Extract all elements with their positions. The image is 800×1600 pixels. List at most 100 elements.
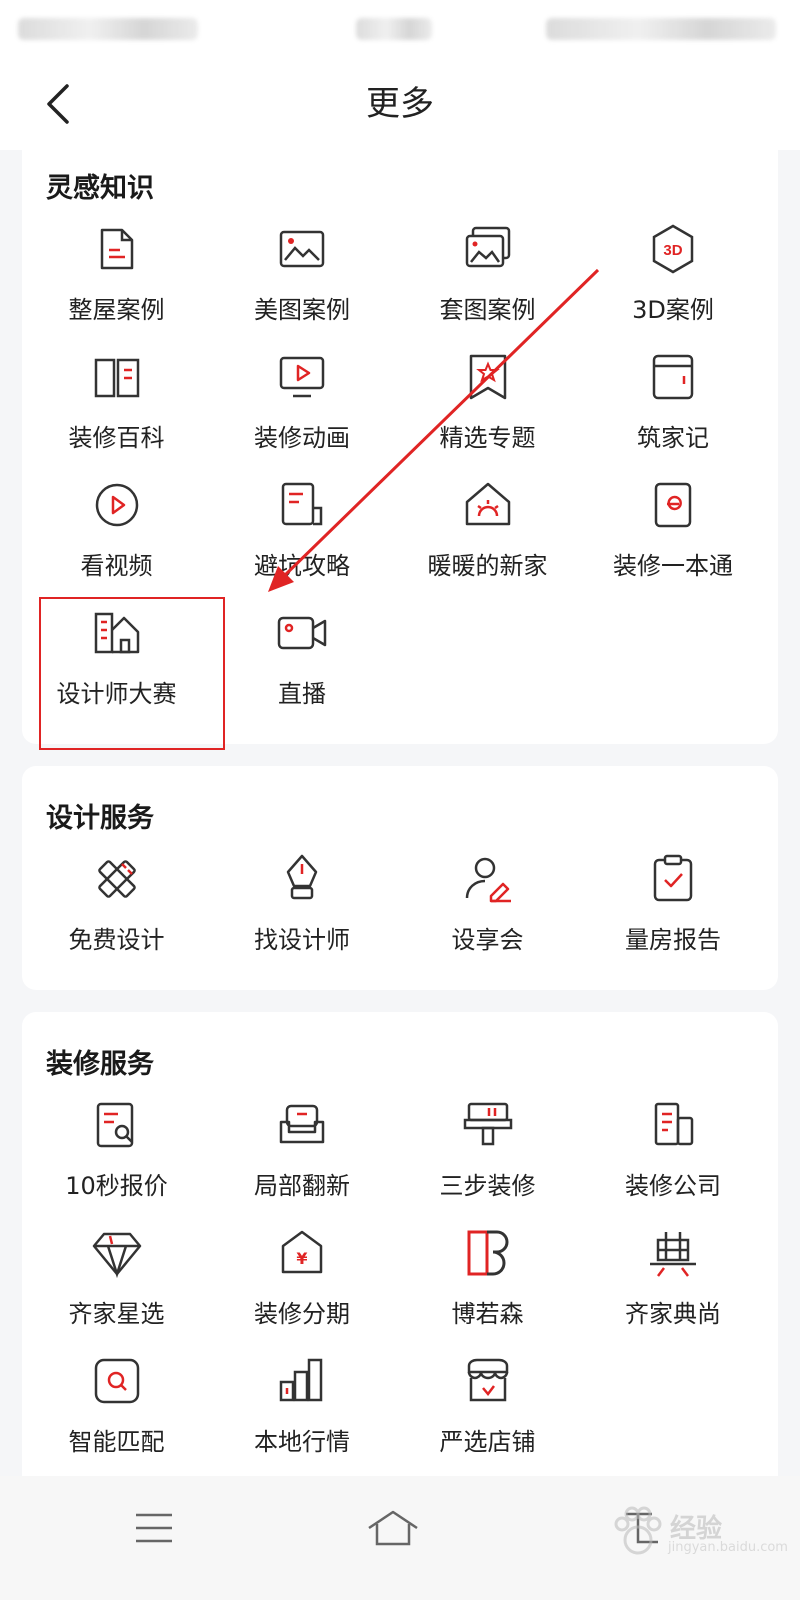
grid-item[interactable]: 博若森: [393, 1212, 582, 1340]
grid-item[interactable]: 美图案例: [208, 208, 397, 336]
grid-item-label: 装修百科: [68, 424, 165, 452]
grid-item[interactable]: ¥ 装修分期: [208, 1212, 397, 1340]
home-icon: [368, 1510, 418, 1546]
grid-item-label: 装修分期: [254, 1300, 350, 1328]
grid-item-label: 三步装修: [439, 1172, 536, 1200]
bookmark-star-icon: [459, 348, 517, 406]
grid-item-label: 美图案例: [254, 296, 350, 324]
grid-item-label: 量房报告: [625, 926, 721, 954]
grid-item[interactable]: 严选店铺: [393, 1340, 582, 1468]
grid-item-label: 找设计师: [254, 926, 350, 954]
section-card-renovation-service: 装修服务 10秒报价 局部翻新 三步装修 装修公司齐家星选 ¥ 装修分期 博若森 齐家典尚智能…: [22, 1012, 778, 1492]
back-button[interactable]: [34, 80, 82, 128]
book-icon: [88, 348, 146, 406]
grid-item-label: 本地行情: [254, 1428, 350, 1456]
page-title: 更多: [366, 84, 434, 124]
grid-item[interactable]: 设享会: [393, 838, 582, 966]
grid-item[interactable]: 齐家星选: [22, 1212, 211, 1340]
grid-item-label: 3D案例: [632, 296, 714, 324]
grid-item-label: 严选店铺: [439, 1428, 536, 1456]
grid-item-label: 10秒报价: [65, 1172, 168, 1200]
grid-item-label: 设享会: [451, 926, 524, 954]
building-icon: [88, 604, 146, 662]
grid-item-label: 装修动画: [254, 424, 350, 452]
svg-text:¥: ¥: [296, 1249, 307, 1268]
grid-item[interactable]: 量房报告: [579, 838, 768, 966]
grid-item-label: 套图案例: [439, 296, 536, 324]
back-nav-button[interactable]: [600, 1498, 680, 1558]
clipboard-check-icon: [644, 850, 702, 908]
dian-character-icon: [644, 1224, 702, 1282]
grid-item[interactable]: 装修百科: [22, 336, 211, 464]
menu-button[interactable]: [114, 1498, 194, 1558]
grid-item[interactable]: 装修公司: [579, 1084, 768, 1212]
office-building-icon: [644, 1096, 702, 1154]
grid-item-label: 设计师大赛: [56, 680, 177, 708]
grid-item[interactable]: 齐家典尚: [579, 1212, 768, 1340]
image-icon: [273, 220, 331, 278]
house-yen-icon: ¥: [273, 1224, 331, 1282]
store-icon: [459, 1352, 517, 1410]
status-time-blurred: [356, 18, 432, 40]
grid-item[interactable]: 本地行情: [208, 1340, 397, 1468]
grid-item-label: 博若森: [451, 1300, 524, 1328]
grid-item[interactable]: 套图案例: [393, 208, 582, 336]
grid-item-label: 齐家典尚: [625, 1300, 721, 1328]
grid-item-label: 直播: [278, 680, 326, 708]
grid-item[interactable]: 装修一本通: [579, 464, 768, 592]
grid-item[interactable]: 精选专题: [393, 336, 582, 464]
grid-item-label: 齐家星选: [68, 1300, 165, 1328]
section-title: 灵感知识: [46, 173, 154, 204]
play-circle-icon: [88, 476, 146, 534]
grid-item[interactable]: 局部翻新: [208, 1084, 397, 1212]
grid-item[interactable]: 筑家记: [579, 336, 768, 464]
user-edit-icon: [459, 850, 517, 908]
paint-roller-icon: [459, 1096, 517, 1154]
grid-item-label: 装修一本通: [613, 552, 733, 580]
grid-item[interactable]: 直播: [208, 592, 397, 720]
image-stack-icon: [459, 220, 517, 278]
pen-nib-icon: [273, 850, 331, 908]
3d-hexagon-icon: 3D: [644, 220, 702, 278]
guide-note-icon: [273, 476, 331, 534]
grid-item-label: 筑家记: [637, 424, 709, 452]
grid-item-label: 暖暖的新家: [427, 552, 548, 580]
handbook-icon: [644, 476, 702, 534]
grid-item-label: 局部翻新: [254, 1172, 350, 1200]
video-camera-icon: [273, 604, 331, 662]
grid-item[interactable]: 三步装修: [393, 1084, 582, 1212]
return-icon: [626, 1512, 658, 1544]
home-button[interactable]: [353, 1498, 433, 1558]
brand-db-icon: [459, 1224, 517, 1282]
document-icon: [88, 220, 146, 278]
ruler-pencil-icon: [88, 850, 146, 908]
grid-item-label: 精选专题: [439, 424, 536, 452]
grid-item[interactable]: 10秒报价: [22, 1084, 211, 1212]
grid-item[interactable]: 免费设计: [22, 838, 211, 966]
grid-item[interactable]: 3D 3D案例: [579, 208, 768, 336]
svg-text:3D: 3D: [663, 242, 682, 259]
grid-item[interactable]: 智能匹配: [22, 1340, 211, 1468]
grid-item[interactable]: 找设计师: [208, 838, 397, 966]
section-title: 装修服务: [46, 1049, 154, 1080]
grid-item-label: 避坑攻略: [254, 552, 350, 580]
smart-match-icon: [88, 1352, 146, 1410]
section-card-inspiration: 灵感知识 整屋案例 美图案例 套图案例 3D 3D案例装修百科 装修动画 精选专题 筑家记看视…: [22, 146, 778, 744]
grid-item[interactable]: 看视频: [22, 464, 211, 592]
quote-search-icon: [88, 1096, 146, 1154]
grid-item-label: 整屋案例: [68, 296, 165, 324]
grid-item[interactable]: 整屋案例: [22, 208, 211, 336]
section-title: 设计服务: [46, 803, 154, 834]
section-card-design-service: 设计服务 免费设计 找设计师 设享会 量房报告: [22, 766, 778, 990]
status-icons-blurred: [546, 18, 776, 40]
bar-chart-icon: [273, 1352, 331, 1410]
grid-item[interactable]: 暖暖的新家: [393, 464, 582, 592]
chevron-left-icon: [47, 84, 69, 124]
grid-item-label: 免费设计: [68, 926, 165, 954]
nav-bar: 更多: [0, 58, 800, 150]
status-bar: [0, 0, 800, 58]
grid-item[interactable]: 避坑攻略: [208, 464, 397, 592]
grid-item[interactable]: 设计师大赛: [22, 592, 211, 720]
grid-item[interactable]: 装修动画: [208, 336, 397, 464]
status-carrier-blurred: [18, 18, 198, 40]
